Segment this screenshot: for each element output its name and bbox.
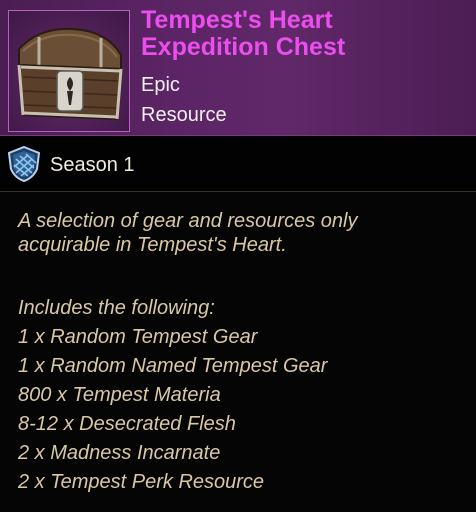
includes-list-item: 2 x Madness Incarnate — [18, 442, 221, 464]
item-title-line2: Expedition Chest — [141, 33, 346, 61]
includes-list-item: 8-12 x Desecrated Flesh — [18, 413, 236, 435]
item-title: Tempest's Heart Expedition Chest — [141, 7, 471, 61]
season-label: Season 1 — [50, 154, 135, 176]
season-shield-icon — [7, 145, 41, 183]
description-line1: A selection of gear and resources only — [18, 210, 358, 232]
includes-list-item: 1 x Random Named Tempest Gear — [18, 355, 328, 377]
treasure-chest-icon — [17, 27, 123, 121]
item-icon-frame — [8, 10, 130, 132]
includes-list-item: 2 x Tempest Perk Resource — [18, 471, 265, 493]
item-title-line1: Tempest's Heart — [141, 6, 333, 34]
includes-section: Includes the following: 1 x Random Tempe… — [18, 294, 468, 497]
includes-list-item: 1 x Random Tempest Gear — [18, 326, 258, 348]
item-category: Resource — [141, 104, 227, 126]
item-tooltip: Tempest's Heart Expedition Chest Epic Re… — [0, 0, 476, 512]
season-row: Season 1 — [0, 136, 476, 192]
tooltip-header: Tempest's Heart Expedition Chest Epic Re… — [0, 0, 476, 136]
includes-list-item: 800 x Tempest Materia — [18, 384, 221, 406]
description-line2: acquirable in Tempest's Heart. — [18, 234, 287, 256]
includes-heading: Includes the following: — [18, 297, 215, 319]
includes-list: 1 x Random Tempest Gear 1 x Random Named… — [18, 323, 468, 497]
item-rarity: Epic — [141, 74, 180, 96]
item-description: A selection of gear and resources only a… — [18, 209, 468, 257]
